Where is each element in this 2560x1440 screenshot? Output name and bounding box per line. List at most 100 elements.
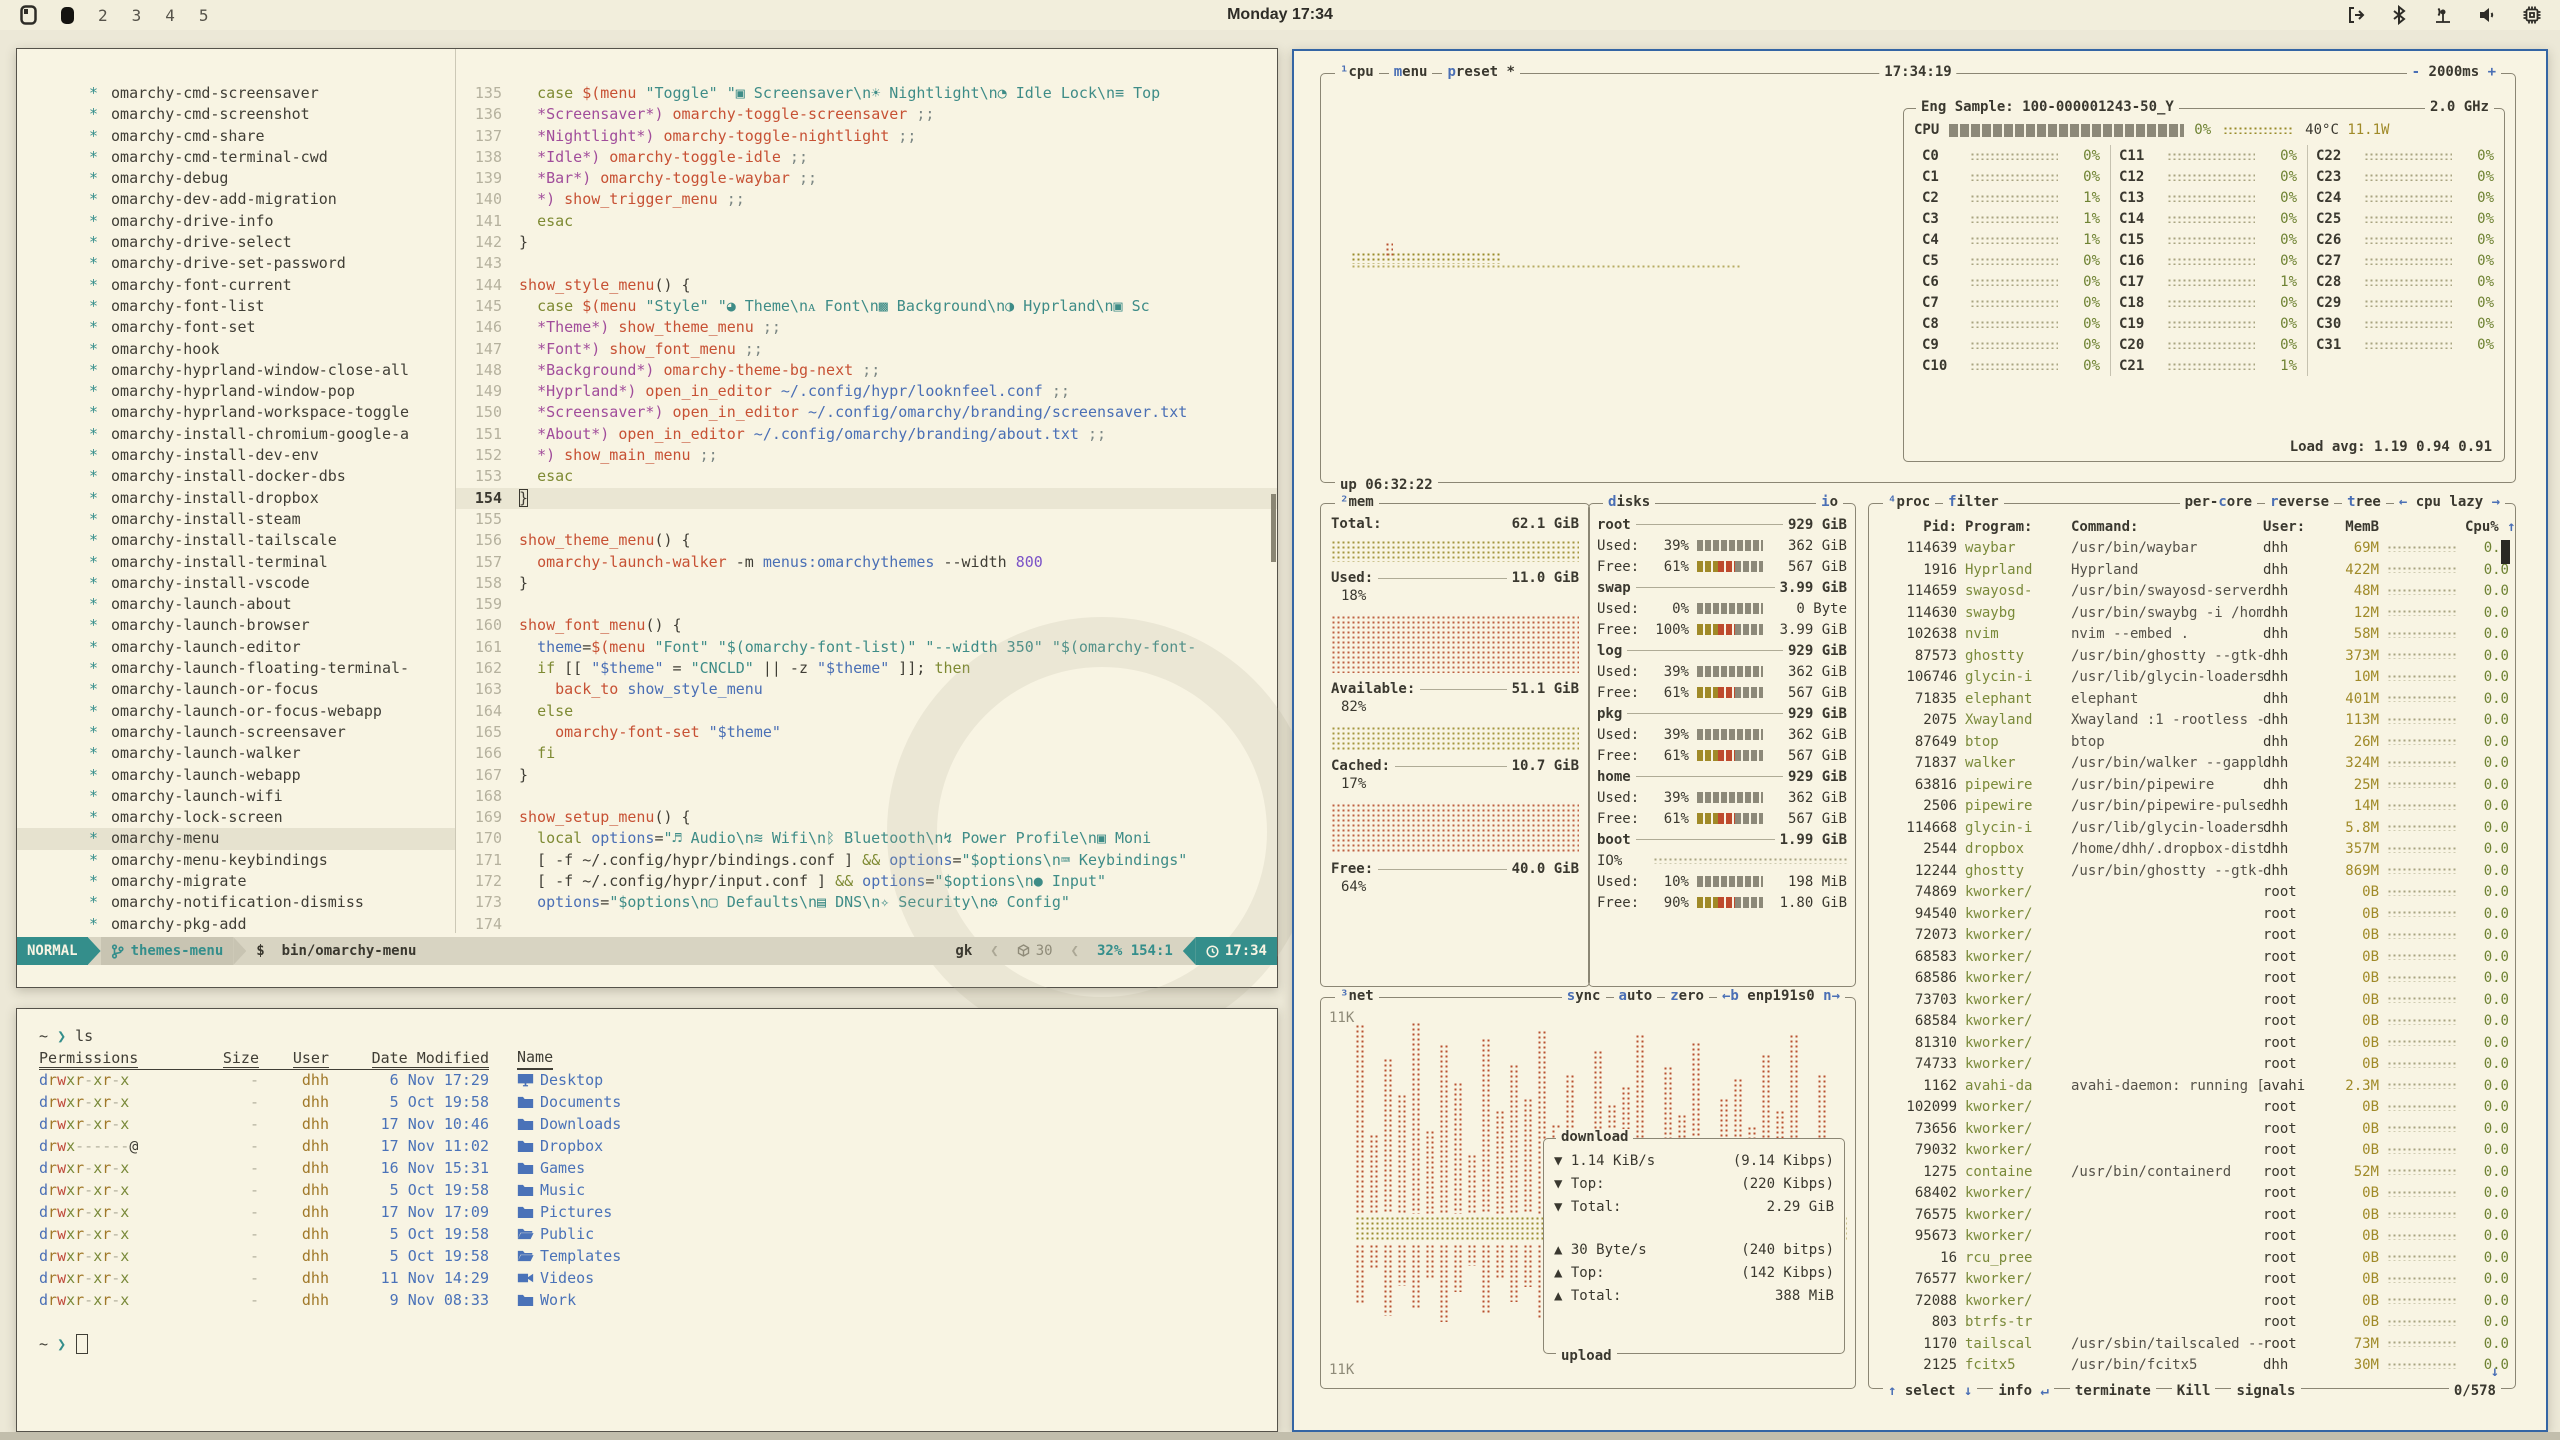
sync-button[interactable]: sync <box>1562 988 1606 1004</box>
ls-row[interactable]: drwxr-xr-x-dhh5 Oct 19:58Public <box>39 1223 1277 1245</box>
file-item[interactable]: *omarchy-notification-dismiss <box>17 892 455 913</box>
proc-row[interactable]: 114639waybar/usr/bin/waybardhh69M0.0 <box>1875 538 2509 560</box>
ls-row[interactable]: drwxr-xr-x-dhh5 Oct 19:58Music <box>39 1179 1277 1201</box>
ls-row[interactable]: drwxr-xr-x-dhh17 Nov 10:46Downloads <box>39 1113 1277 1135</box>
scroll-down-indicator[interactable]: ↓ <box>2491 1364 2499 1380</box>
code-line[interactable]: 157 omarchy-launch-walker -m menus:omarc… <box>456 552 1277 573</box>
proc-row[interactable]: 803btrfs-trroot0B0.0 <box>1875 1312 2509 1334</box>
volume-icon[interactable] <box>2478 5 2498 25</box>
proc-row[interactable]: 76577kworker/root0B0.0 <box>1875 1269 2509 1291</box>
file-item[interactable]: *omarchy-install-terminal <box>17 552 455 573</box>
code-line[interactable]: 161 theme=$(menu "Font" "$(omarchy-font-… <box>456 637 1277 658</box>
file-item[interactable]: *omarchy-hyprland-window-pop <box>17 381 455 402</box>
proc-row[interactable]: 71835elephantelephantdhh401M0.0 <box>1875 688 2509 710</box>
ls-row[interactable]: drwxr-xr-x-dhh6 Nov 17:29Desktop <box>39 1069 1277 1091</box>
auto-button[interactable]: auto <box>1614 988 1658 1004</box>
prompt-line[interactable]: ~ ❯ <box>39 1333 1277 1355</box>
code-line[interactable]: 159 <box>456 594 1277 615</box>
proc-row[interactable]: 94540kworker/root0B0.0 <box>1875 903 2509 925</box>
proc-row[interactable]: 72073kworker/root0B0.0 <box>1875 925 2509 947</box>
file-item[interactable]: *omarchy-launch-screensaver <box>17 722 455 743</box>
code-line[interactable]: 151 *About*) open_in_editor ~/.config/om… <box>456 424 1277 445</box>
proc-row[interactable]: 68586kworker/root0B0.0 <box>1875 968 2509 990</box>
select-keys[interactable]: ↑ select ↓ <box>1883 1383 1977 1399</box>
file-item[interactable]: *omarchy-launch-webapp <box>17 765 455 786</box>
file-item[interactable]: *omarchy-cmd-screensaver <box>17 83 455 104</box>
file-item[interactable]: *omarchy-launch-walker <box>17 743 455 764</box>
kill-key[interactable]: Kill <box>2172 1383 2216 1399</box>
code-line[interactable]: 165 omarchy-font-set "$theme" <box>456 722 1277 743</box>
file-item[interactable]: *omarchy-font-current <box>17 275 455 296</box>
file-item[interactable]: *omarchy-dev-add-migration <box>17 189 455 210</box>
proc-row[interactable]: 72088kworker/root0B0.0 <box>1875 1290 2509 1312</box>
code-line[interactable]: 144show_style_menu() { <box>456 275 1277 296</box>
preset-button[interactable]: preset * <box>1442 64 1519 80</box>
file-item[interactable]: *omarchy-font-list <box>17 296 455 317</box>
ls-row[interactable]: drwxr-xr-x-dhh17 Nov 17:09Pictures <box>39 1201 1277 1223</box>
file-item[interactable]: *omarchy-launch-or-focus-webapp <box>17 701 455 722</box>
code-line[interactable]: 136 *Screensaver*) omarchy-toggle-screen… <box>456 104 1277 125</box>
sort-column-switcher[interactable]: ← cpu lazy → <box>2394 494 2505 510</box>
reverse-button[interactable]: reverse <box>2265 494 2334 510</box>
code-line[interactable]: 147 *Font*) show_font_menu ;; <box>456 339 1277 360</box>
file-item[interactable]: *omarchy-install-docker-dbs <box>17 466 455 487</box>
proc-row[interactable]: 74733kworker/root0B0.0 <box>1875 1054 2509 1076</box>
proc-row[interactable]: 74869kworker/root0B0.0 <box>1875 882 2509 904</box>
file-item[interactable]: *omarchy-hook <box>17 339 455 360</box>
update-interval[interactable]: - 2000ms + <box>2407 64 2501 80</box>
proc-row[interactable]: 106746glycin-i/usr/lib/glycin-loadersdhh… <box>1875 667 2509 689</box>
proc-row[interactable]: 1275containe/usr/bin/containerdroot52M0.… <box>1875 1161 2509 1183</box>
code-line[interactable]: 139 *Bar*) omarchy-toggle-waybar ;; <box>456 168 1277 189</box>
net-box-title[interactable]: ³net <box>1335 988 1379 1004</box>
proc-row[interactable]: 2506pipewire/usr/bin/pipewire-pulsedhh14… <box>1875 796 2509 818</box>
file-item[interactable]: *omarchy-hyprland-workspace-toggle <box>17 402 455 423</box>
code-line[interactable]: 142} <box>456 232 1277 253</box>
code-line[interactable]: 154} <box>456 488 1277 509</box>
code-line[interactable]: 148 *Background*) omarchy-theme-bg-next … <box>456 360 1277 381</box>
file-item[interactable]: *omarchy-launch-browser <box>17 615 455 636</box>
code-line[interactable]: 166 fi <box>456 743 1277 764</box>
proc-row[interactable]: 2075XwaylandXwayland :1 -rootless -dhh11… <box>1875 710 2509 732</box>
code-line[interactable]: 170 local options="♬ Audio\n≋ Wifi\nᛒ Bl… <box>456 828 1277 849</box>
editor-scrollbar-thumb[interactable] <box>1271 494 1276 562</box>
io-toggle[interactable]: io <box>1816 494 1843 510</box>
code-line[interactable]: 171 [ -f ~/.config/hypr/bindings.conf ] … <box>456 850 1277 871</box>
proc-row[interactable]: 102638nvimnvim --embed .dhh58M0.0 <box>1875 624 2509 646</box>
proc-row[interactable]: 63816pipewire/usr/bin/pipewiredhh25M0.0 <box>1875 774 2509 796</box>
proc-row[interactable]: 73656kworker/root0B0.0 <box>1875 1118 2509 1140</box>
proc-row[interactable]: 1170tailscal/usr/sbin/tailscaled --root7… <box>1875 1333 2509 1355</box>
ls-row[interactable]: drwxr-xr-x-dhh5 Oct 19:58Templates <box>39 1245 1277 1267</box>
code-line[interactable]: 135 case $(menu "Toggle" "▣ Screensaver\… <box>456 83 1277 104</box>
code-line[interactable]: 162 if [[ "$theme" = "CNCLD" || -z "$the… <box>456 658 1277 679</box>
file-item[interactable]: *omarchy-install-chromium-google-a <box>17 424 455 445</box>
code-line[interactable]: 158} <box>456 573 1277 594</box>
code-line[interactable]: 172 [ -f ~/.config/hypr/input.conf ] && … <box>456 871 1277 892</box>
file-item[interactable]: *omarchy-font-set <box>17 317 455 338</box>
ls-row[interactable]: drwxr-xr-x-dhh16 Nov 15:31Games <box>39 1157 1277 1179</box>
proc-row[interactable]: 114659swayosd-/usr/bin/swayosd-serverdhh… <box>1875 581 2509 603</box>
net-interface-switcher[interactable]: ←b enp191s0 n→ <box>1717 988 1845 1004</box>
file-item[interactable]: *omarchy-launch-or-focus <box>17 679 455 700</box>
file-item[interactable]: *omarchy-drive-set-password <box>17 253 455 274</box>
proc-row[interactable]: 76575kworker/root0B0.0 <box>1875 1204 2509 1226</box>
proc-row[interactable]: 87649btopbtopdhh26M0.0 <box>1875 731 2509 753</box>
proc-row[interactable]: 1916HyprlandHyprlanddhh422M0.0 <box>1875 559 2509 581</box>
code-line[interactable]: 174 <box>456 914 1277 933</box>
file-item[interactable]: *omarchy-menu-keybindings <box>17 850 455 871</box>
file-item[interactable]: *omarchy-menu <box>17 828 455 849</box>
file-item[interactable]: *omarchy-launch-editor <box>17 637 455 658</box>
code-line[interactable]: 160show_font_menu() { <box>456 615 1277 636</box>
code-line[interactable]: 143 <box>456 253 1277 274</box>
code-line[interactable]: 149 *Hyprland*) open_in_editor ~/.config… <box>456 381 1277 402</box>
per-core-button[interactable]: per-core <box>2180 494 2257 510</box>
proc-row[interactable]: 68583kworker/root0B0.0 <box>1875 946 2509 968</box>
file-item[interactable]: *omarchy-drive-select <box>17 232 455 253</box>
file-item[interactable]: *omarchy-launch-floating-terminal- <box>17 658 455 679</box>
file-item[interactable]: *omarchy-install-vscode <box>17 573 455 594</box>
file-item[interactable]: *omarchy-drive-info <box>17 211 455 232</box>
proc-row[interactable]: 114630swaybg/usr/bin/swaybg -i /homdhh12… <box>1875 602 2509 624</box>
file-item[interactable]: *omarchy-install-tailscale <box>17 530 455 551</box>
file-item[interactable]: *omarchy-launch-wifi <box>17 786 455 807</box>
ls-row[interactable]: drwxr-xr-x-dhh11 Nov 14:29Videos <box>39 1267 1277 1289</box>
file-item[interactable]: *omarchy-install-steam <box>17 509 455 530</box>
